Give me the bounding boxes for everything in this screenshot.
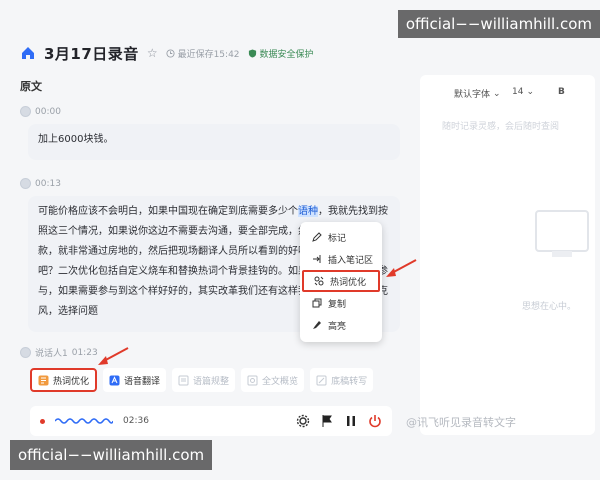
flag-icon[interactable] — [320, 414, 334, 428]
playback-time: 02:36 — [123, 416, 149, 426]
entry-header: 00:13 — [20, 178, 61, 189]
save-status: 最近保存15:42 — [166, 47, 240, 60]
menu-item-label: 高亮 — [328, 321, 347, 332]
toolbar-label: 全文概览 — [262, 376, 299, 387]
safety-badge: 数据安全保护 — [248, 47, 314, 60]
audio-player: 02:36 — [30, 406, 392, 436]
menu-item-copy[interactable]: 复制 — [300, 292, 382, 314]
pen-icon — [312, 232, 322, 242]
entry-header: 00:00 — [20, 106, 61, 117]
translate-button[interactable]: 语音翻译 — [103, 368, 167, 392]
avatar — [20, 106, 31, 117]
highlight-icon — [313, 321, 321, 329]
speaker-header: 说话人1 01:23 — [20, 346, 98, 359]
empty-hint: 思想在心中。 — [522, 302, 577, 312]
insert-icon — [313, 255, 321, 263]
avatar — [20, 178, 31, 189]
clock-icon — [166, 48, 175, 58]
menu-item-label: 插入笔记区 — [328, 255, 374, 266]
toolbar-label: 语音翻译 — [124, 376, 161, 387]
pointer-arrow — [386, 259, 417, 277]
home-icon[interactable] — [20, 45, 36, 61]
menu-item-label: 复制 — [328, 299, 347, 310]
overview-button[interactable]: 全文概览 — [241, 368, 305, 392]
notes-placeholder[interactable]: 随时记录灵感，会后随时查阅 — [442, 119, 559, 132]
watermark-banner: official−−williamhill.com — [397, 10, 600, 38]
bold-button[interactable]: B — [558, 87, 565, 97]
menu-item-label: 标记 — [328, 233, 347, 244]
draft-icon — [316, 375, 327, 385]
menu-item-insert-note[interactable]: 插入笔记区 — [300, 248, 382, 270]
speaker-time: 01:23 — [71, 347, 98, 358]
font-select[interactable]: 默认字体 ⌄ — [454, 87, 501, 101]
save-status-text: 最近保存15:42 — [177, 49, 240, 60]
overview-icon — [247, 375, 258, 385]
menu-item-label: 热词优化 — [330, 277, 367, 288]
power-icon[interactable] — [368, 414, 382, 428]
bold-label: B — [558, 87, 565, 97]
chevron-down-icon: ⌄ — [493, 88, 501, 99]
size-select[interactable]: 14 ⌄ — [512, 87, 534, 97]
section-title: 原文 — [20, 80, 42, 93]
watermark-banner: official−−williamhill.com — [10, 440, 213, 470]
toolbar-label: 热词优化 — [53, 376, 90, 387]
document-icon — [178, 375, 189, 385]
record-dot-icon — [40, 418, 45, 424]
discourse-button[interactable]: 语篇规整 — [172, 368, 236, 392]
entry-time: 00:13 — [35, 178, 61, 189]
safety-badge-text: 数据安全保护 — [259, 49, 314, 60]
page-title[interactable]: 3月17日录音 — [44, 43, 139, 64]
selected-text[interactable]: 语种 — [298, 206, 318, 217]
menu-item-highlight[interactable]: 高亮 — [300, 314, 382, 336]
menu-item-mark[interactable]: 标记 — [300, 226, 382, 248]
hotword-button[interactable]: 热词优化 — [30, 368, 98, 392]
entry-time: 00:00 — [35, 106, 61, 117]
draft-button[interactable]: 底稿转写 — [310, 368, 374, 392]
chevron-down-icon: ⌄ — [526, 87, 534, 97]
hotword-icon — [314, 276, 324, 286]
hotword-icon — [38, 375, 49, 385]
copy-icon — [312, 298, 322, 308]
settings-icon[interactable] — [296, 414, 310, 428]
font-select-label: 默认字体 — [454, 90, 491, 100]
title-bar: 3月17日录音 ☆ 最近保存15:42 数据安全保护 — [20, 38, 595, 68]
translate-icon — [109, 375, 120, 385]
toolbar-label: 底稿转写 — [331, 376, 368, 387]
pause-icon[interactable] — [344, 414, 358, 428]
context-menu: 标记 插入笔记区 热词优化 复制 高亮 — [300, 222, 382, 342]
feature-toolbar: 热词优化 语音翻译 语篇规整 全文概览 底稿转写 — [30, 368, 400, 392]
toolbar-label: 语篇规整 — [193, 376, 230, 387]
app-window: 3月17日录音 ☆ 最近保存15:42 数据安全保护 原文 00:00 加上60… — [0, 0, 600, 480]
speaker-name: 说话人1 — [35, 349, 68, 359]
shield-icon — [248, 48, 256, 58]
star-icon[interactable]: ☆ — [147, 46, 158, 60]
empty-illustration — [535, 210, 589, 257]
menu-item-hotword[interactable]: 热词优化 — [302, 270, 380, 292]
size-select-label: 14 — [512, 87, 524, 97]
avatar — [20, 347, 31, 358]
transcript-text: 加上6000块钱。 — [38, 134, 114, 145]
notes-pane: 默认字体 ⌄ 14 ⌄ B 随时记录灵感，会后随时查阅 思想在心中。 — [420, 75, 595, 435]
transcript-text: 可能价格应该不会明白，如果中国现在确定到底需要多少个 — [38, 206, 298, 217]
transcript-bubble[interactable]: 加上6000块钱。 — [28, 124, 400, 160]
credit-watermark: @讯飞听见录音转文字 — [406, 416, 516, 429]
pointer-arrow — [98, 347, 129, 365]
waveform[interactable] — [55, 416, 113, 426]
